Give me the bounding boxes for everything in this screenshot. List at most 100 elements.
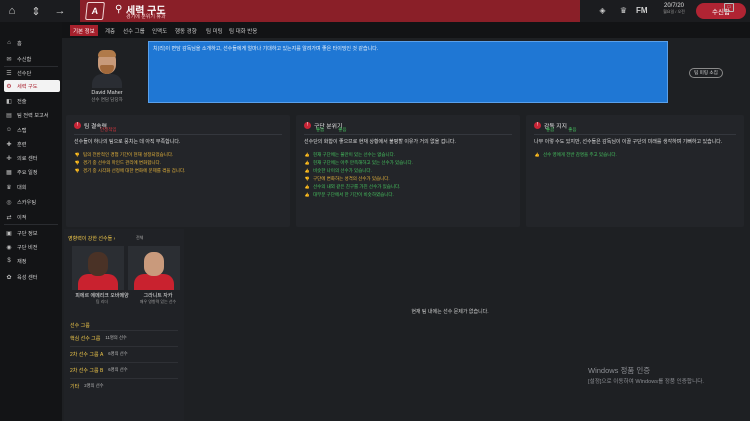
card-rating-row: 안정적임 xyxy=(86,127,117,133)
sidebar-item[interactable]: ◧ 전술 xyxy=(4,95,60,107)
player-status: 팀 리더 xyxy=(95,299,109,304)
point-text: 현재 구단에는 불만이 있는 선수는 없습니다. xyxy=(313,151,396,157)
card-description: 선수들이 하나의 팀으로 뭉치는 데 아직 부족합니다. xyxy=(74,139,181,145)
player-shirt xyxy=(78,274,118,290)
card-rating-prev: 좋음 xyxy=(316,127,325,132)
group-row[interactable]: 핵심 선수 그룹 11명의 선수 xyxy=(70,332,127,344)
sidebar-item[interactable]: ☺ 스탭 xyxy=(4,124,60,136)
thumbs-up-icon: 👍 xyxy=(304,168,310,173)
sidebar-item-label: 이적 xyxy=(17,214,27,221)
sidebar-item[interactable]: $ 재정 xyxy=(4,255,60,267)
positive-point: 👍 현재 구단에는 아주 만족해하고 있는 선수가 있습니다. xyxy=(304,159,413,166)
group-row[interactable]: 2차 선수 그룹 B 6명의 선수 xyxy=(70,364,128,376)
sidebar-item-label: 선수단 xyxy=(17,70,32,77)
trophy-icon[interactable]: ♛ xyxy=(618,6,629,16)
tab[interactable]: 기본 정보 xyxy=(70,25,98,36)
card-rating: 좋음 xyxy=(338,127,347,132)
divider xyxy=(70,330,178,331)
sidebar-item[interactable]: ✚ 훈련 xyxy=(4,138,60,150)
point-text: 선수 영에게 전반 감명을 주고 있습니다. xyxy=(543,151,617,157)
influencers-more-link[interactable]: 전체 xyxy=(136,235,143,241)
sidebar-item[interactable]: ♛ 대회 xyxy=(4,181,60,193)
tab[interactable]: 인맥도 xyxy=(149,25,170,36)
player-head xyxy=(88,252,108,276)
tab[interactable]: 계층 xyxy=(102,25,118,36)
sidebar-item[interactable]: ⌂ 홈 xyxy=(4,37,60,49)
tab[interactable]: 팀 대화 반응 xyxy=(226,25,260,36)
staff-profile[interactable]: David Maher 선수 면담 담당자 xyxy=(70,44,144,108)
player-portrait xyxy=(128,246,180,290)
sidebar-item-label: 주요 일정 xyxy=(17,169,38,176)
influencer-card[interactable]: 피에르 에메리크 오바메양 팀 리더 xyxy=(72,246,129,306)
nav-controls: ⌂ ⇕ → xyxy=(0,0,80,22)
influencer-card[interactable]: 그라니트 자카 매우 영향력 있는 선수 xyxy=(128,246,180,306)
influencers-title[interactable]: 영향력이 강한 선수들 › xyxy=(68,235,115,242)
sidebar-item[interactable]: ⇄ 이적 xyxy=(4,211,60,223)
player-status: 매우 영향력 있는 선수 xyxy=(139,299,177,304)
shield-icon[interactable]: ◈ xyxy=(597,6,608,16)
transfer-icon: ⇄ xyxy=(6,214,12,221)
sidebar-item[interactable]: ▣ 구단 정보 xyxy=(4,227,60,239)
sidebar-item[interactable]: ▦ 주요 일정 xyxy=(4,166,60,178)
sidebar-item-label: 훈련 xyxy=(17,141,27,148)
card-description: 나무 이렇 수도 있지만, 선수들은 감독님이 이끌 구단의 미래를 생각하며 … xyxy=(534,139,723,145)
sidebar-item[interactable]: ✿ 육성 센터 xyxy=(4,271,60,283)
group-row[interactable]: 기타 2명의 선수 xyxy=(70,380,104,392)
sidebar-item-label: 구단 비전 xyxy=(17,244,38,251)
continue-button[interactable]: 수신함 xyxy=(696,3,746,19)
thumbs-down-icon: 👎 xyxy=(74,160,80,165)
group-row[interactable]: 2차 선수 그룹 A 6명의 선수 xyxy=(70,348,128,360)
point-text: 팀의 전반적인 경험 기간이 현재 설정되었습니다. xyxy=(83,151,174,157)
search-icon[interactable]: ⚲ xyxy=(115,4,122,15)
sidebar-item[interactable]: ◉ 구단 비전 xyxy=(4,241,60,253)
player-name: 그라니트 자카 xyxy=(143,293,173,299)
alert-icon: ! xyxy=(74,121,81,129)
tab[interactable]: 선수 그룹 xyxy=(120,25,148,36)
sidebar-item[interactable]: ⚙ 세력 구도 xyxy=(4,80,60,92)
positive-point: 👍 선수 영에게 전반 감명을 주고 있습니다. xyxy=(534,151,617,158)
positive-point: 👍 선수의 내외 같은 친구를 가진 선수가 있습니다. xyxy=(304,183,401,190)
empty-problems-message: 현재 팀 내에는 선수 문제가 없습니다. xyxy=(411,309,489,315)
group-count: 6명의 선수 xyxy=(108,367,128,372)
divider xyxy=(70,378,178,379)
team-meeting-button[interactable]: 팀 미팅 소집 xyxy=(689,68,723,78)
chevron-up-down-icon[interactable]: ⇕ xyxy=(24,0,48,22)
thumbs-up-icon: 👍 xyxy=(304,184,310,189)
staff-role: 선수 면담 담당자 xyxy=(91,97,123,102)
club-crest-icon[interactable]: A xyxy=(85,2,105,20)
report-icon: ▤ xyxy=(6,112,12,119)
dynamics-icon: ⚙ xyxy=(6,83,12,90)
groups-title[interactable]: 선수 그룹 xyxy=(70,322,90,329)
thumbs-up-icon: 👍 xyxy=(534,152,540,157)
alert-icon: ! xyxy=(304,121,311,129)
game-date[interactable]: 20/7/20 월요일 / 오전 xyxy=(660,3,688,19)
sidebar-item[interactable]: ✉ 수신함 xyxy=(4,53,60,65)
negative-point: 👎 경기 중 시각화 선정에 대한 변화에 문제를 겪을 겁니다. xyxy=(74,167,186,174)
summary-card: ! 팀 결속력 안정적임 선수들이 하나의 팀으로 뭉치는 데 아직 부족합니다. 👎 팀… xyxy=(66,115,290,227)
fm-icon[interactable]: FM xyxy=(636,6,648,16)
thumbs-down-icon: 👎 xyxy=(304,176,310,181)
squad-icon: ☰ xyxy=(6,70,12,77)
sidebar-item[interactable]: ◎ 스카우팅 xyxy=(4,196,60,208)
advice-message: 치(리)이 면담 감독님을 소개하고, 선수들에게 얼마나 기대하고 있는지를 … xyxy=(153,46,379,52)
tactics-icon: ◧ xyxy=(6,98,12,105)
advice-message-box: 치(리)이 면담 감독님을 소개하고, 선수들에게 얼마나 기대하고 있는지를 … xyxy=(148,41,668,103)
home-icon[interactable]: ⌂ xyxy=(0,0,24,22)
card-rating-prev: 좋음 xyxy=(546,127,555,132)
sidebar-divider xyxy=(4,224,58,225)
screen-options-icon[interactable]: ▭ xyxy=(724,3,734,12)
sidebar-item[interactable]: ☰ 선수단 xyxy=(4,67,60,79)
sidebar-item[interactable]: ▤ 팀 전력 보고서 xyxy=(4,109,60,121)
thumbs-down-icon: 👎 xyxy=(74,168,80,173)
tab[interactable]: 팀 미팅 xyxy=(203,25,226,36)
player-head xyxy=(144,252,164,276)
arrow-right-icon[interactable]: → xyxy=(48,0,72,22)
point-text: 현재 구단에는 아주 만족해하고 있는 선수가 있습니다. xyxy=(313,159,413,165)
group-count: 2명의 선수 xyxy=(84,383,104,388)
sidebar-item-label: 홈 xyxy=(17,40,22,47)
sidebar-item-label: 팀 전력 보고서 xyxy=(17,112,49,119)
divider xyxy=(70,362,178,363)
sidebar-item[interactable]: ✙ 의료 센터 xyxy=(4,152,60,164)
tab[interactable]: 행동 경향 xyxy=(172,25,200,36)
staff-icon: ☺ xyxy=(5,127,13,133)
